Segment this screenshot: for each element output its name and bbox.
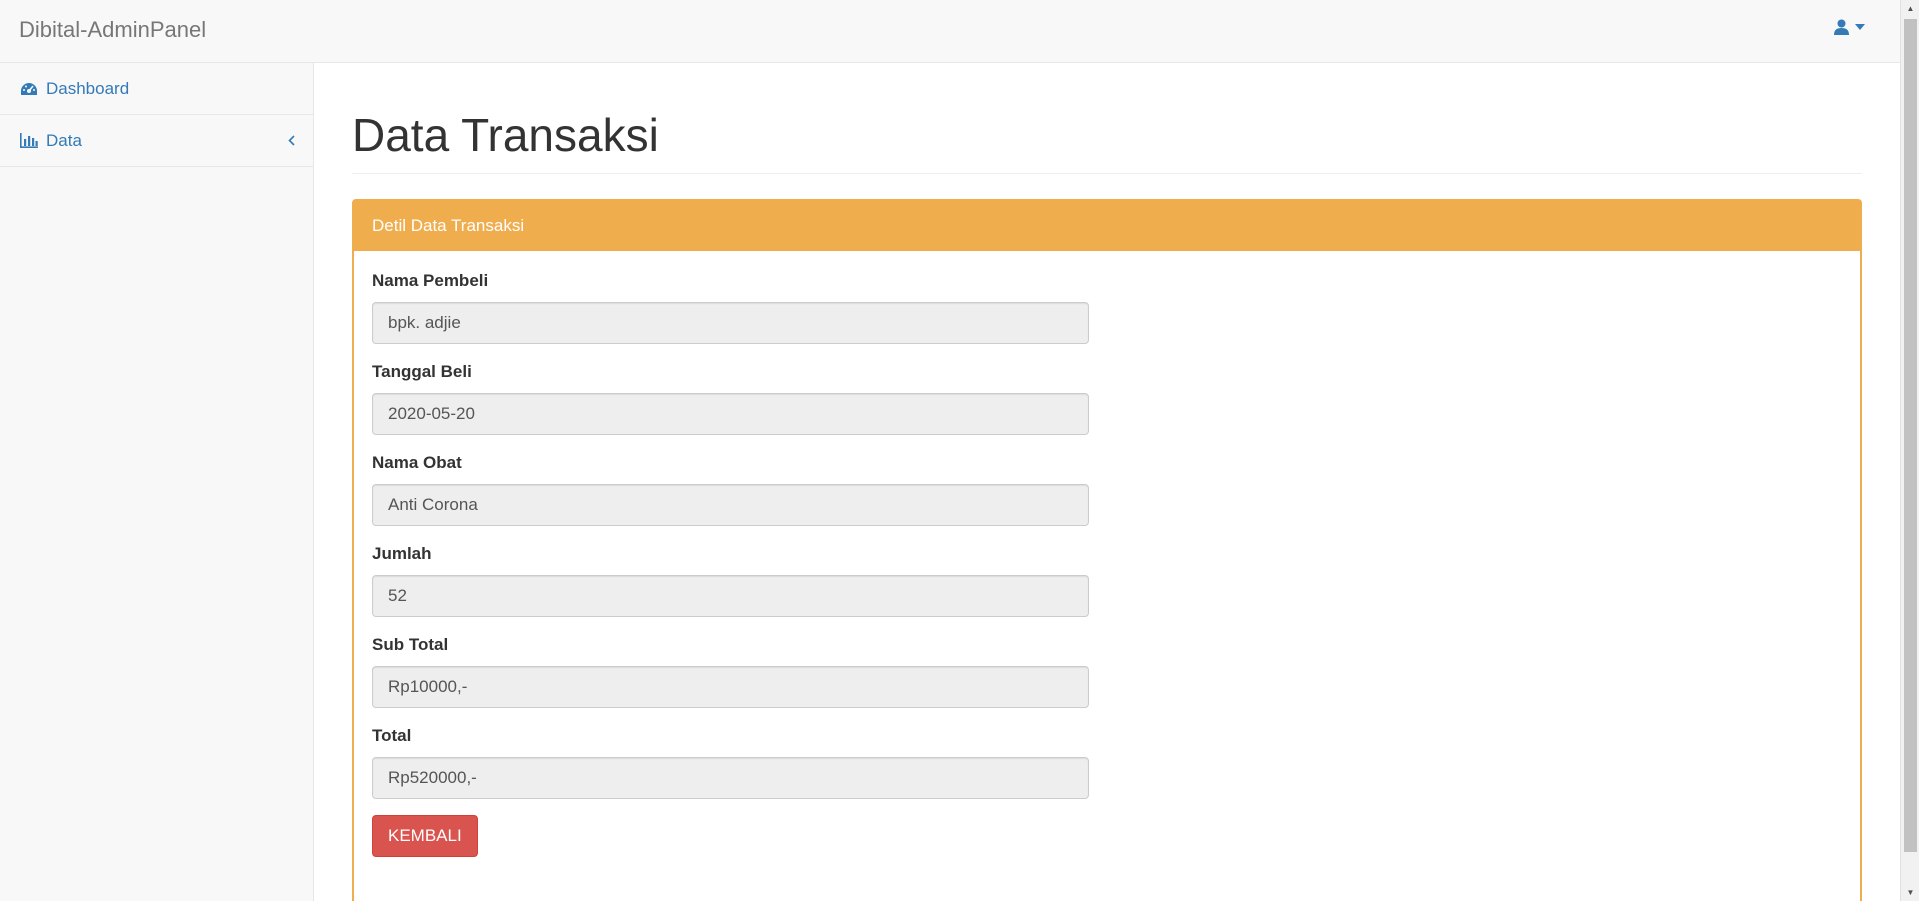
field-nama-pembeli: Nama Pembeli xyxy=(372,271,1842,344)
back-button[interactable]: KEMBALI xyxy=(372,814,478,857)
nama-pembeli-input[interactable] xyxy=(372,301,1089,344)
brand-title[interactable]: Dibital-AdminPanel xyxy=(19,17,206,43)
sidebar-item-data[interactable]: Data xyxy=(0,115,313,167)
main-content: Data Transaksi Detil Data Transaksi Nama… xyxy=(315,63,1900,901)
field-label: Total xyxy=(372,725,412,745)
sidebar-item-label: Dashboard xyxy=(46,78,130,98)
user-menu-toggle[interactable] xyxy=(1834,19,1865,35)
sidebar: Dashboard Data xyxy=(0,63,314,901)
panel-body: Nama Pembeli Tanggal Beli Nama Obat Juml… xyxy=(354,251,1860,877)
page-header: Data Transaksi xyxy=(352,110,1862,174)
scroll-down-arrow-icon[interactable]: ▼ xyxy=(1901,884,1919,901)
dashboard-icon xyxy=(20,82,38,96)
field-label: Sub Total xyxy=(372,634,449,654)
sub-total-input[interactable] xyxy=(372,665,1089,708)
vertical-scrollbar[interactable]: ▲ ▼ xyxy=(1900,0,1919,901)
scroll-thumb[interactable] xyxy=(1904,19,1917,852)
total-input[interactable] xyxy=(372,756,1089,799)
field-jumlah: Jumlah xyxy=(372,544,1842,617)
field-total: Total xyxy=(372,726,1842,799)
jumlah-input[interactable] xyxy=(372,574,1089,617)
scroll-up-arrow-icon[interactable]: ▲ xyxy=(1901,0,1919,17)
field-label: Jumlah xyxy=(372,543,432,563)
sidebar-item-label: Data xyxy=(46,130,82,150)
field-tanggal-beli: Tanggal Beli xyxy=(372,362,1842,435)
field-sub-total: Sub Total xyxy=(372,635,1842,708)
field-label: Nama Pembeli xyxy=(372,270,489,290)
page-title: Data Transaksi xyxy=(352,109,659,161)
app-window: Dibital-AdminPanel Dashboard Data Data T… xyxy=(0,0,1919,901)
bar-chart-icon xyxy=(20,133,38,148)
chevron-left-icon xyxy=(288,131,295,151)
transaction-detail-panel: Detil Data Transaksi Nama Pembeli Tangga… xyxy=(352,198,1862,901)
sidebar-item-dashboard[interactable]: Dashboard xyxy=(0,63,313,115)
nama-obat-input[interactable] xyxy=(372,483,1089,526)
top-navbar: Dibital-AdminPanel xyxy=(0,0,1900,63)
field-label: Nama Obat xyxy=(372,452,462,472)
panel-heading: Detil Data Transaksi xyxy=(354,200,1860,251)
user-icon xyxy=(1834,19,1849,35)
field-label: Tanggal Beli xyxy=(372,361,472,381)
tanggal-beli-input[interactable] xyxy=(372,392,1089,435)
field-nama-obat: Nama Obat xyxy=(372,453,1842,526)
caret-down-icon xyxy=(1855,24,1865,30)
